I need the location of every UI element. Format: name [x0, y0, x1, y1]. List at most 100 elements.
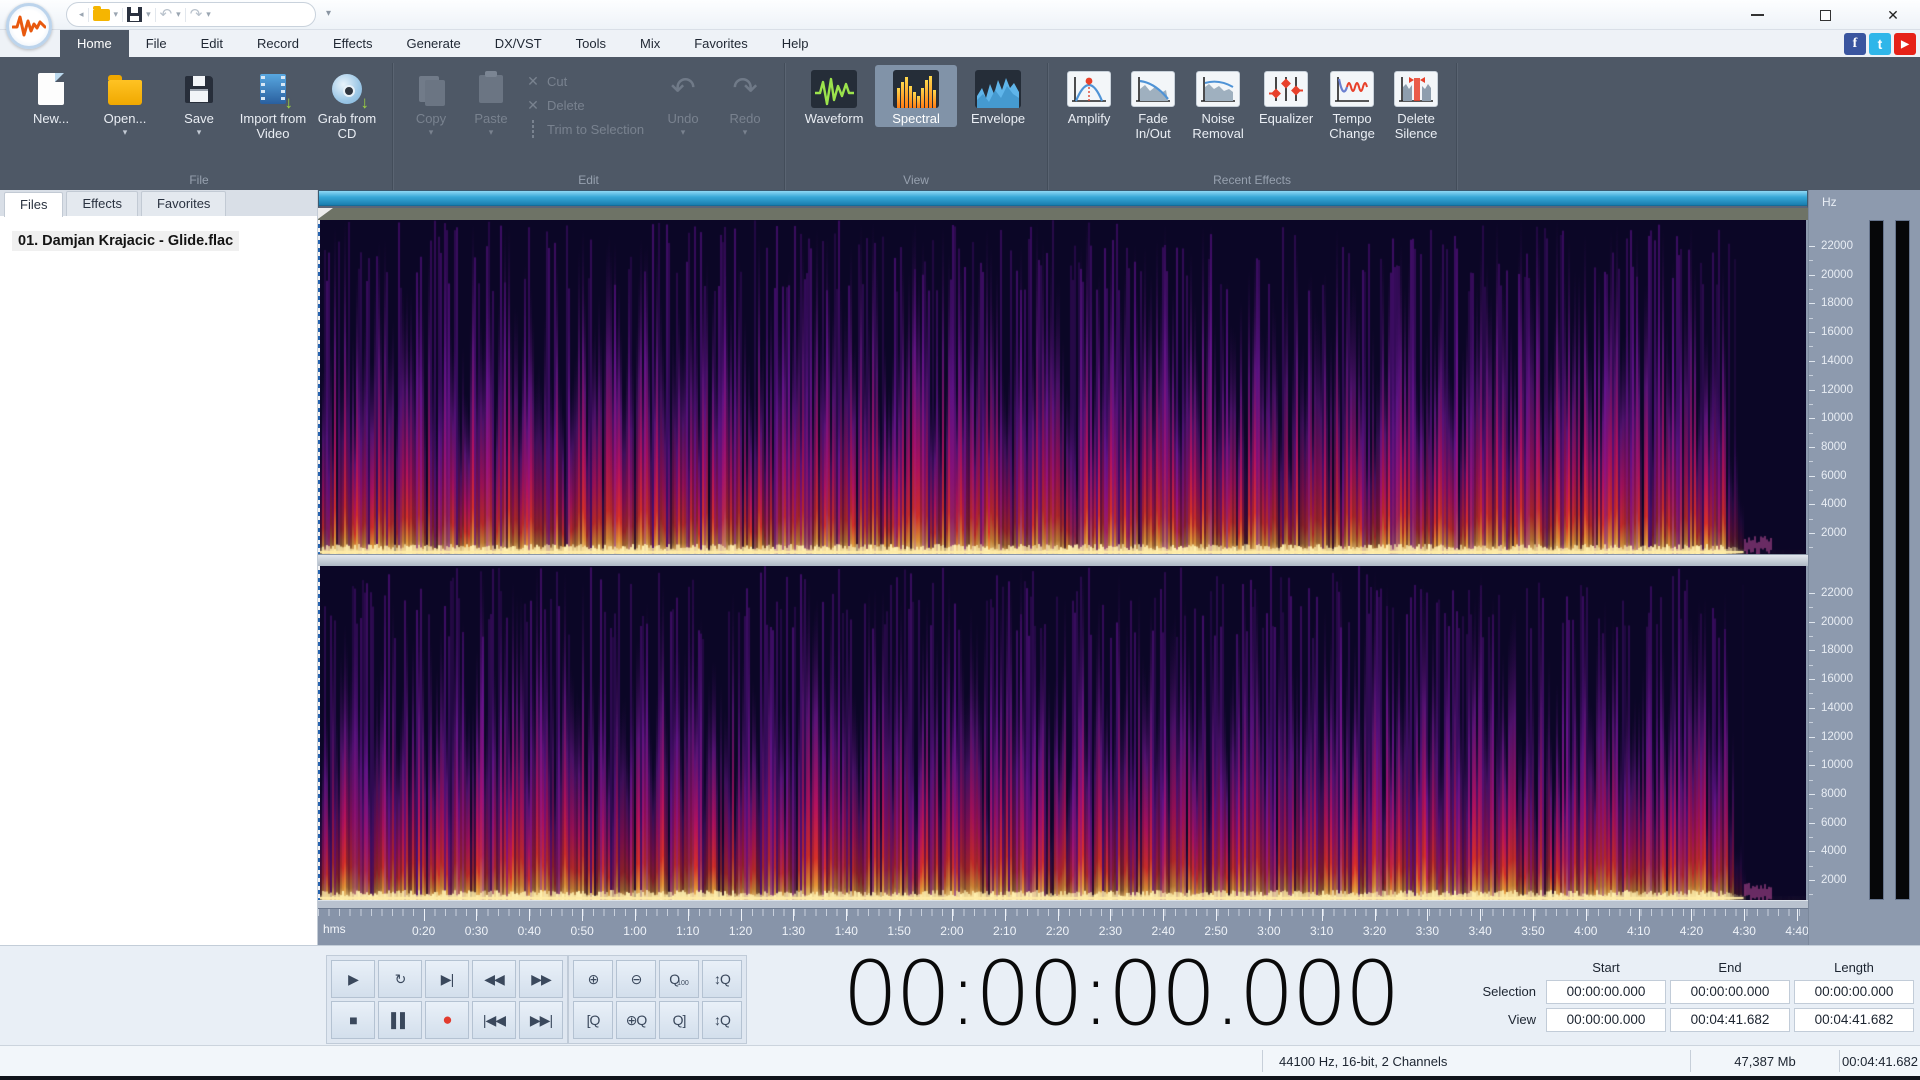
spectrogram-channel-1[interactable] — [318, 220, 1806, 554]
facebook-icon[interactable]: f — [1844, 33, 1866, 55]
zoom-to-selection-end-button[interactable]: Q] — [659, 1001, 699, 1039]
save-dropdown-icon[interactable]: ▾ — [146, 9, 151, 20]
fast-forward-button[interactable]: ▶▶ — [519, 960, 563, 998]
import-from-video-button[interactable]: ↓ Import from Video — [236, 65, 310, 142]
timeline-label: 3:50 — [1521, 924, 1545, 938]
timeline-label: 0:50 — [570, 924, 594, 938]
panel-tab-files[interactable]: Files — [4, 192, 64, 217]
delete-silence-button[interactable]: Delete Silence — [1384, 65, 1448, 142]
level-meter-left — [1869, 220, 1884, 900]
frequency-label: 12000 — [1821, 383, 1853, 396]
spectral-icon — [893, 70, 940, 108]
go-to-start-button[interactable]: |◀◀ — [472, 1001, 516, 1039]
undo-dropdown-icon[interactable]: ▾ — [176, 9, 181, 20]
qat-customize-icon[interactable]: ◂ — [79, 9, 84, 20]
paste-button[interactable]: Paste ▾ — [461, 65, 521, 137]
cd-icon — [332, 74, 362, 104]
minimize-button[interactable] — [1746, 4, 1768, 26]
selection-length-field[interactable]: 00:00:00.000 — [1794, 979, 1914, 1004]
zoom-100-button[interactable]: Q 100 — [659, 960, 699, 998]
frequency-label: 22000 — [1821, 240, 1853, 252]
redo-dropdown-icon[interactable]: ▾ — [206, 9, 211, 20]
view-length-field[interactable]: 00:04:41.682 — [1794, 1007, 1914, 1032]
save-icon[interactable] — [127, 7, 143, 22]
redo-button[interactable]: ↷ Redo ▾ — [714, 65, 776, 137]
zoom-in-button[interactable]: ⊕ — [573, 960, 613, 998]
selection-end-field[interactable]: 00:00:00.000 — [1670, 979, 1790, 1004]
copy-button[interactable]: Copy ▾ — [401, 65, 461, 137]
zoom-out-button[interactable]: ⊖ — [616, 960, 656, 998]
delete-button[interactable]: ✕ Delete — [525, 97, 644, 114]
new-button[interactable]: New... — [14, 65, 88, 127]
restore-button[interactable] — [1814, 4, 1837, 26]
menu-tab-generate[interactable]: Generate — [389, 30, 477, 57]
redo-icon[interactable]: ↷ — [190, 7, 203, 22]
timeline-label: 2:50 — [1204, 924, 1228, 938]
tempo-change-button[interactable]: Tempo Change — [1320, 65, 1384, 142]
zoom-to-selection-start-button[interactable]: [Q — [573, 1001, 613, 1039]
menu-tab-tools[interactable]: Tools — [559, 30, 623, 57]
spectral-view-button[interactable]: Spectral — [875, 65, 958, 127]
stop-button[interactable]: ■ — [331, 1001, 375, 1039]
amplify-button[interactable]: Amplify — [1056, 65, 1122, 127]
view-start-field[interactable]: 00:00:00.000 — [1546, 1007, 1666, 1032]
youtube-icon[interactable]: ▶ — [1894, 33, 1916, 55]
frequency-label: 12000 — [1821, 730, 1853, 743]
zoom-vertical-out-button[interactable]: ↕Q — [702, 1001, 742, 1039]
undo-icon[interactable]: ↶ — [160, 7, 173, 22]
equalizer-button[interactable]: Equalizer — [1252, 65, 1320, 127]
save-dropdown-icon[interactable]: ▾ — [197, 127, 202, 137]
menu-tab-favorites[interactable]: Favorites — [677, 30, 764, 57]
trim-to-selection-button[interactable]: Trim to Selection — [525, 120, 644, 138]
menu-tab-file[interactable]: File — [129, 30, 184, 57]
file-list-item[interactable]: 01. Damjan Krajacic - Glide.flac — [12, 231, 240, 251]
record-button[interactable]: ● — [425, 1001, 469, 1039]
marker-strip[interactable] — [318, 208, 1808, 220]
rewind-icon: ◀◀ — [484, 970, 505, 987]
menu-tab-home[interactable]: Home — [60, 30, 129, 57]
grid-row-label-view: View — [1508, 1012, 1536, 1027]
spectrogram-channel-2[interactable] — [318, 566, 1806, 900]
envelope-view-button[interactable]: Envelope — [957, 65, 1039, 127]
fade-in-out-button[interactable]: Fade In/Out — [1122, 65, 1184, 142]
waveform-view-button[interactable]: Waveform — [793, 65, 875, 127]
open-dropdown-icon[interactable]: ▾ — [123, 127, 128, 137]
position-marker-icon[interactable] — [318, 208, 333, 219]
go-to-end-button[interactable]: ▶▶| — [519, 1001, 563, 1039]
pause-button[interactable]: ▌▌ — [378, 1001, 422, 1039]
menu-tab-record[interactable]: Record — [240, 30, 316, 57]
play-to-end-button[interactable]: ▶| — [425, 960, 469, 998]
twitter-icon[interactable]: t — [1869, 33, 1891, 55]
view-end-field[interactable]: 00:04:41.682 — [1670, 1007, 1790, 1032]
timeline-ruler[interactable]: hms 0:20 0:30 0:40 0:50 1:00 1:10 1:20 1:30 1:40… — [318, 908, 1809, 945]
save-button[interactable]: Save ▾ — [162, 65, 236, 137]
app-logo-icon[interactable] — [6, 3, 52, 49]
cut-button[interactable]: ✕ Cut — [525, 73, 644, 90]
new-file-icon — [38, 73, 64, 105]
menu-tab-mix[interactable]: Mix — [623, 30, 677, 57]
open-icon[interactable] — [92, 5, 110, 21]
play-looped-button[interactable]: ↻ — [378, 960, 422, 998]
undo-button[interactable]: ↶ Undo ▾ — [652, 65, 714, 137]
play-button[interactable]: ▶ — [331, 960, 375, 998]
qat-more-icon[interactable]: ▾ — [326, 8, 331, 19]
zoom-to-selection-button[interactable]: ⊕Q — [616, 1001, 656, 1039]
noise-removal-button[interactable]: Noise Removal — [1184, 65, 1252, 142]
zoom-vertical-in-button[interactable]: ↕Q — [702, 960, 742, 998]
panel-tab-effects[interactable]: Effects — [66, 191, 138, 216]
menu-tab-effects[interactable]: Effects — [316, 30, 390, 57]
rewind-button[interactable]: ◀◀ — [472, 960, 516, 998]
open-dropdown-icon[interactable]: ▾ — [114, 9, 119, 20]
menu-tab-dxvst[interactable]: DX/VST — [478, 30, 559, 57]
close-button[interactable]: ✕ — [1882, 4, 1904, 26]
horizontal-scrollbar[interactable] — [318, 190, 1808, 208]
menu-tab-help[interactable]: Help — [765, 30, 826, 57]
go-to-start-icon: |◀◀ — [482, 1011, 506, 1028]
grab-from-cd-button[interactable]: ↓ Grab from CD — [310, 65, 384, 142]
panel-tab-favorites[interactable]: Favorites — [140, 191, 227, 216]
selection-start-field[interactable]: 00:00:00.000 — [1546, 979, 1666, 1004]
menu-tab-edit[interactable]: Edit — [184, 30, 240, 57]
cut-icon: ✕ — [527, 73, 539, 89]
zoom-in-icon: ⊕ — [587, 970, 600, 987]
open-button[interactable]: Open... ▾ — [88, 65, 162, 137]
